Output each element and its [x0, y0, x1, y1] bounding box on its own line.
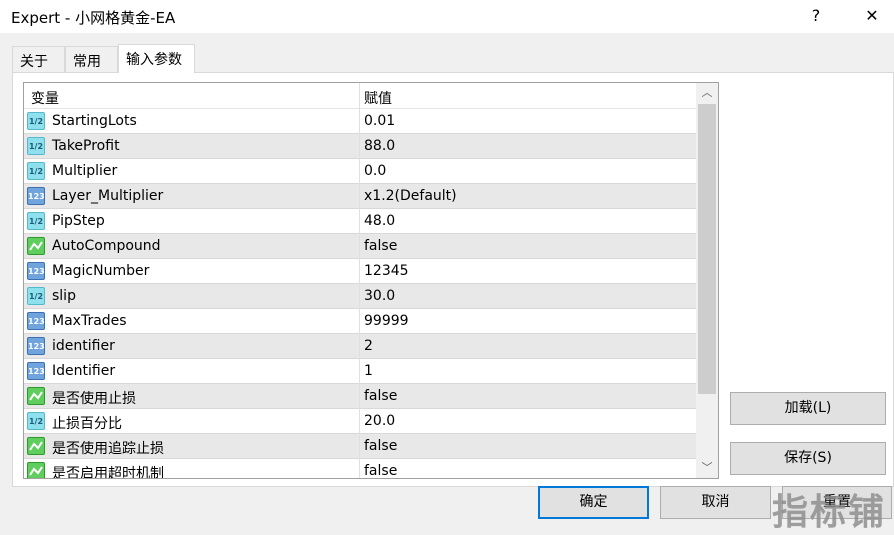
double-type-icon: 1/2 [27, 212, 45, 230]
column-value[interactable]: 赋值 [364, 88, 392, 108]
parameter-name: Multiplier [52, 163, 117, 179]
parameter-row[interactable]: 是否启用超时机制 false [24, 459, 696, 479]
load-button[interactable]: 加载(L) [730, 392, 886, 425]
parameter-name: MaxTrades [52, 313, 127, 329]
parameters-grid: 变量 赋值 1/2 StartingLots 0.011/2 TakeProfi… [23, 82, 719, 479]
integer-type-icon: 123 [27, 187, 45, 205]
scroll-up-icon[interactable]: ︿ [696, 83, 718, 103]
watermark: 指标铺 [772, 483, 886, 535]
scroll-thumb[interactable] [698, 104, 716, 394]
boolean-type-icon [27, 462, 45, 479]
parameter-name: 是否使用追踪止损 [52, 438, 164, 458]
parameter-value[interactable]: false [364, 388, 397, 404]
parameter-value[interactable]: 0.01 [364, 113, 395, 129]
integer-type-icon: 123 [27, 337, 45, 355]
parameter-value[interactable]: false [364, 463, 397, 479]
parameter-value[interactable]: 12345 [364, 263, 409, 279]
save-button[interactable]: 保存(S) [730, 442, 886, 475]
close-button[interactable]: ✕ [852, 4, 892, 28]
parameter-name: PipStep [52, 213, 105, 229]
parameter-row[interactable]: 123 identifier 2 [24, 334, 696, 359]
parameter-value[interactable]: 48.0 [364, 213, 395, 229]
integer-type-icon: 123 [27, 362, 45, 380]
parameter-name: MagicNumber [52, 263, 149, 279]
double-type-icon: 1/2 [27, 287, 45, 305]
scroll-down-icon[interactable]: ﹀ [696, 458, 718, 478]
parameter-row[interactable]: 是否使用追踪止损 false [24, 434, 696, 459]
tab-inputs[interactable]: 输入参数 [118, 44, 195, 73]
ok-button[interactable]: 确定 [538, 486, 649, 519]
parameter-row[interactable]: 1/2 StartingLots 0.01 [24, 109, 696, 134]
double-type-icon: 1/2 [27, 137, 45, 155]
parameter-row[interactable]: 1/2 PipStep 48.0 [24, 209, 696, 234]
parameter-row[interactable]: 1/2 Multiplier 0.0 [24, 159, 696, 184]
parameter-row[interactable]: 是否使用止损 false [24, 384, 696, 409]
parameter-row[interactable]: 1/2 slip 30.0 [24, 284, 696, 309]
parameter-value[interactable]: 1 [364, 363, 373, 379]
parameter-value[interactable]: x1.2(Default) [364, 188, 457, 204]
parameter-name: 是否启用超时机制 [52, 463, 164, 479]
parameter-row[interactable]: 123 MaxTrades 99999 [24, 309, 696, 334]
double-type-icon: 1/2 [27, 412, 45, 430]
boolean-type-icon [27, 237, 45, 255]
title-bar: Expert - 小网格黄金-EA ? ✕ [0, 0, 894, 33]
help-button[interactable]: ? [796, 4, 836, 28]
parameter-name: 是否使用止损 [52, 388, 136, 408]
grid-header: 变量 赋值 [24, 83, 697, 109]
parameter-value[interactable]: 99999 [364, 313, 409, 329]
integer-type-icon: 123 [27, 312, 45, 330]
parameter-name: Identifier [52, 363, 115, 379]
tab-about[interactable]: 关于 [12, 46, 65, 72]
parameter-name: StartingLots [52, 113, 137, 129]
integer-type-icon: 123 [27, 262, 45, 280]
parameter-value[interactable]: 2 [364, 338, 373, 354]
parameter-row[interactable]: 1/2 止损百分比 20.0 [24, 409, 696, 434]
vertical-scrollbar[interactable]: ︿ ﹀ [696, 83, 718, 478]
boolean-type-icon [27, 387, 45, 405]
parameter-value[interactable]: 20.0 [364, 413, 395, 429]
cancel-button[interactable]: 取消 [660, 486, 771, 519]
parameter-name: Layer_Multiplier [52, 188, 163, 204]
parameter-value[interactable]: 0.0 [364, 163, 386, 179]
parameter-value[interactable]: false [364, 238, 397, 254]
parameter-name: TakeProfit [52, 138, 120, 154]
column-divider[interactable] [359, 83, 360, 479]
parameter-value[interactable]: false [364, 438, 397, 454]
parameter-value[interactable]: 30.0 [364, 288, 395, 304]
parameter-name: slip [52, 288, 76, 304]
boolean-type-icon [27, 437, 45, 455]
tab-common[interactable]: 常用 [65, 46, 118, 72]
parameter-value[interactable]: 88.0 [364, 138, 395, 154]
parameter-name: 止损百分比 [52, 413, 122, 433]
parameter-row[interactable]: 123 Identifier 1 [24, 359, 696, 384]
double-type-icon: 1/2 [27, 162, 45, 180]
parameter-row[interactable]: 1/2 TakeProfit 88.0 [24, 134, 696, 159]
parameter-row[interactable]: AutoCompound false [24, 234, 696, 259]
parameter-row[interactable]: 123 MagicNumber 12345 [24, 259, 696, 284]
column-variable[interactable]: 变量 [31, 88, 59, 108]
parameter-name: identifier [52, 338, 115, 354]
parameter-row[interactable]: 123 Layer_Multiplier x1.2(Default) [24, 184, 696, 209]
window-title: Expert - 小网格黄金-EA [11, 7, 175, 28]
double-type-icon: 1/2 [27, 112, 45, 130]
parameter-name: AutoCompound [52, 238, 161, 254]
